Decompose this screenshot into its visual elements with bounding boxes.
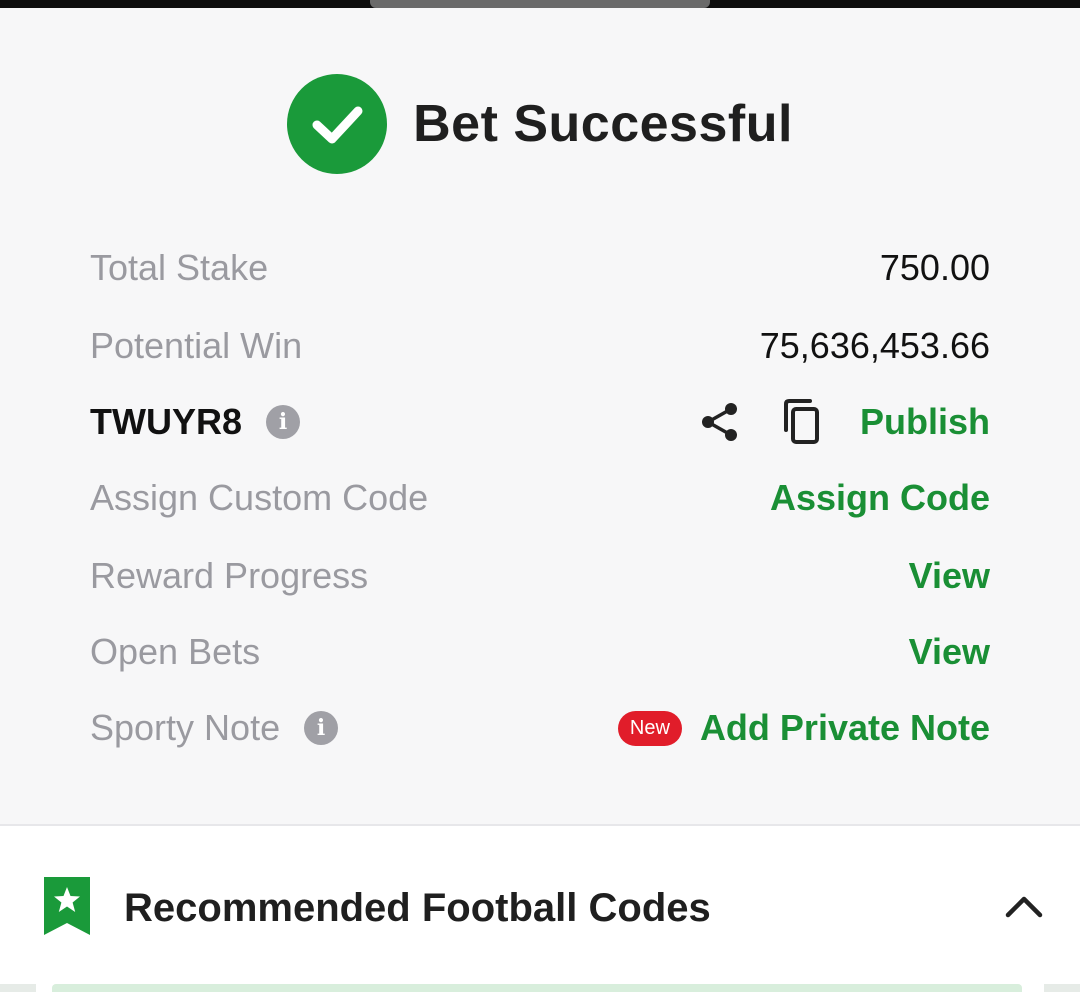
total-stake-value: 750.00 (879, 247, 990, 288)
chevron-up-icon[interactable] (1004, 893, 1044, 924)
open-bets-row: Open Bets View (90, 624, 990, 680)
bookmark-star-icon (44, 876, 90, 940)
open-bets-label: Open Bets (90, 631, 261, 672)
reward-progress-row: Reward Progress View (90, 548, 990, 604)
total-stake-row: Total Stake 750.00 (90, 240, 990, 296)
booking-code-row: TWUYR8 i Publish (90, 394, 990, 450)
card-edge-right (1044, 984, 1080, 992)
page-title: Bet Successful (413, 95, 793, 153)
card-edge-left (0, 984, 36, 992)
assign-code-button[interactable]: Assign Code (770, 477, 990, 519)
bet-confirmation-sheet: Bet Successful Total Stake 750.00 Potent… (0, 8, 1080, 826)
sheet-drag-handle[interactable] (370, 0, 710, 8)
potential-win-value: 75,636,453.66 (759, 325, 990, 366)
info-icon[interactable]: i (304, 711, 339, 745)
potential-win-row: Potential Win 75,636,453.66 (90, 318, 990, 374)
recommended-card-top[interactable] (52, 984, 1022, 992)
recommended-section[interactable]: Recommended Football Codes (0, 826, 1080, 992)
assign-code-label: Assign Custom Code (90, 477, 429, 518)
publish-button[interactable]: Publish (860, 401, 990, 443)
open-bets-view-button[interactable]: View (909, 631, 990, 673)
info-icon[interactable]: i (266, 405, 300, 439)
total-stake-label: Total Stake (90, 247, 269, 288)
check-circle-icon (287, 74, 388, 174)
new-badge: New (617, 710, 682, 746)
reward-progress-view-button[interactable]: View (909, 555, 990, 597)
bet-success-header: Bet Successful (0, 74, 1080, 174)
add-private-note-button[interactable]: Add Private Note (700, 707, 990, 749)
copy-icon[interactable] (778, 398, 826, 446)
recommended-title: Recommended Football Codes (124, 885, 711, 930)
potential-win-label: Potential Win (90, 325, 303, 366)
assign-code-row: Assign Custom Code Assign Code (90, 470, 990, 526)
booking-code: TWUYR8 (90, 401, 242, 442)
sporty-note-label: Sporty Note (90, 707, 281, 748)
share-icon[interactable] (696, 398, 744, 446)
sporty-note-row: Sporty Note i New Add Private Note (90, 700, 990, 756)
reward-progress-label: Reward Progress (90, 555, 369, 596)
